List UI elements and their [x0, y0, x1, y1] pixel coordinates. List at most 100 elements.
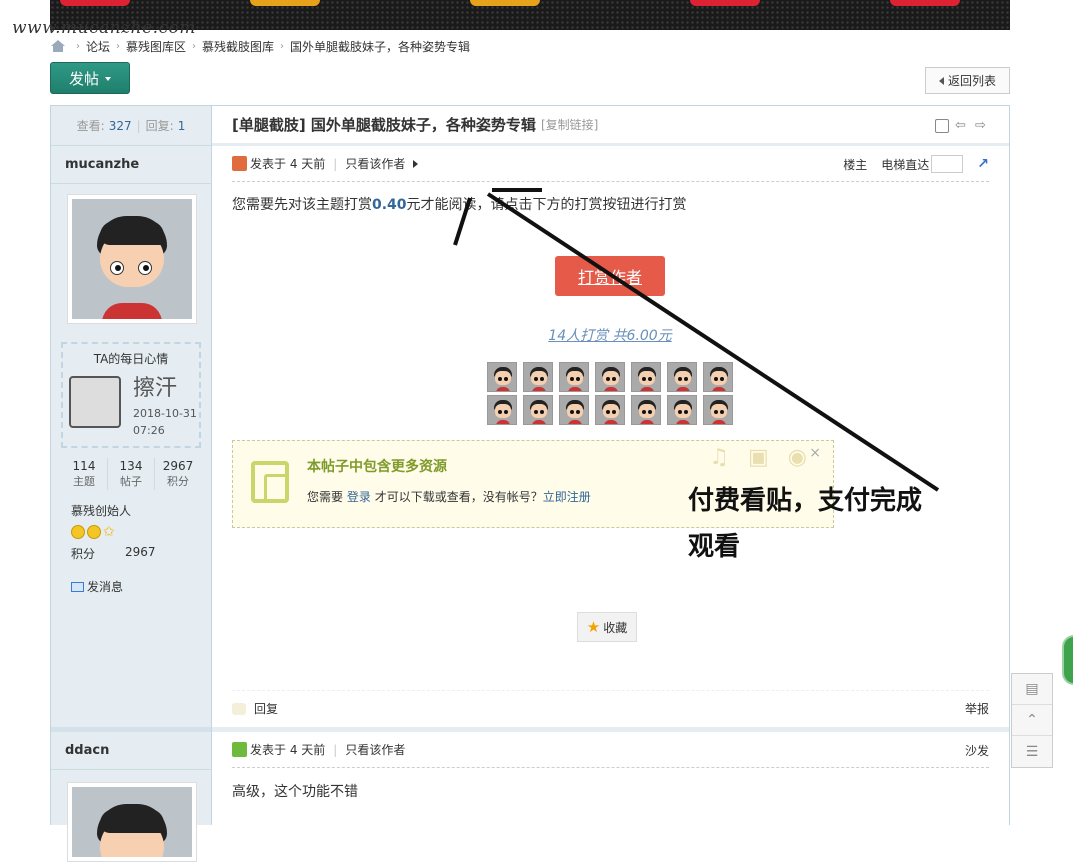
- rewarder-avatar[interactable]: [559, 362, 589, 392]
- rewarder-avatar[interactable]: [487, 395, 517, 425]
- jump-label: 电梯直达: [881, 157, 930, 172]
- new-post-label: 发帖: [68, 69, 99, 88]
- smile-medal-icon: [71, 525, 85, 539]
- daily-mood-box: TA的每日心情 擦汗 2018-10-31 07:26: [61, 342, 201, 448]
- prev-thread-icon[interactable]: ⇦: [955, 119, 969, 133]
- play-icon[interactable]: [413, 159, 419, 168]
- resource-title: 本帖子中包含更多资源: [307, 459, 447, 475]
- replies-label: 回复:: [145, 119, 174, 133]
- jump-go-icon[interactable]: ↗: [977, 156, 989, 172]
- mood-title: TA的每日心情: [93, 352, 169, 366]
- home-icon[interactable]: [50, 39, 66, 53]
- chevron-right-icon: ›: [76, 40, 80, 52]
- smile-medal-icon: [87, 525, 101, 539]
- mood-text: 擦汗: [133, 376, 178, 401]
- register-link[interactable]: 立即注册: [543, 490, 591, 504]
- breadcrumb-thread[interactable]: 国外单腿截肢妹子，各种姿势专辑: [290, 38, 470, 55]
- post2-author-block: ddacn: [51, 732, 211, 862]
- star-icon: ★: [586, 618, 601, 636]
- post1-time: 发表于 4 天前: [250, 157, 326, 171]
- rewarder-avatar[interactable]: [631, 395, 661, 425]
- print-icon[interactable]: [935, 119, 949, 133]
- rewarder-avatar[interactable]: [667, 362, 697, 392]
- rewarder-avatar[interactable]: [595, 395, 625, 425]
- points-label: 积分: [71, 547, 96, 561]
- annotation-line2: 观看: [688, 532, 741, 562]
- only-author-link[interactable]: 只看该作者: [345, 741, 405, 758]
- chevron-right-icon: ›: [192, 40, 197, 52]
- breadcrumb-gallery-area[interactable]: 慕残图库区: [126, 38, 186, 55]
- green-float-icon[interactable]: [1062, 635, 1073, 685]
- views-label: 查看:: [76, 119, 105, 133]
- notice-amount: 0.40: [372, 197, 407, 213]
- avatar-face: [72, 787, 192, 857]
- count-threads[interactable]: 114 主题: [61, 458, 108, 490]
- quick-reply-icon[interactable]: ▤: [1012, 674, 1052, 705]
- caret-down-icon: [105, 77, 111, 81]
- author-rank[interactable]: 慕残创始人: [71, 502, 211, 519]
- rewarder-avatar[interactable]: [523, 395, 553, 425]
- new-post-button[interactable]: 发帖: [50, 62, 130, 94]
- rewarder-avatar[interactable]: [667, 395, 697, 425]
- jump-floor-input[interactable]: [931, 155, 964, 173]
- rewarder-avatar[interactable]: [595, 362, 625, 392]
- mood-date: 2018-10-31 07:26: [133, 405, 197, 439]
- breadcrumb-forum[interactable]: 论坛: [86, 38, 110, 55]
- list-icon[interactable]: ☰: [1012, 736, 1052, 767]
- report-link[interactable]: 举报: [965, 700, 989, 717]
- reply-link[interactable]: 回复: [254, 700, 278, 717]
- count-posts[interactable]: 134 帖子: [108, 458, 155, 490]
- next-thread-icon[interactable]: ⇨: [975, 119, 989, 133]
- breadcrumb-gallery[interactable]: 慕残截肢图库: [202, 38, 274, 55]
- post1-author-name[interactable]: mucanzhe: [65, 157, 139, 172]
- post2-content: 高级，这个功能不错: [232, 784, 358, 800]
- rewarder-avatar[interactable]: [631, 362, 661, 392]
- reward-summary-link[interactable]: 14人打赏 共6.00元: [510, 325, 710, 345]
- favorite-label: 收藏: [603, 620, 628, 635]
- rewarder-avatar[interactable]: [703, 362, 733, 392]
- rewarder-avatar[interactable]: [487, 362, 517, 392]
- post2-avatar[interactable]: [67, 782, 197, 862]
- favorite-button[interactable]: ★ 收藏: [577, 612, 637, 642]
- triangle-left-icon: [938, 76, 944, 85]
- post2-author[interactable]: ddacn: [51, 732, 211, 770]
- floor-label: 沙发: [964, 743, 989, 758]
- floating-toolbar: ▤ ⌃ ☰: [1011, 673, 1053, 768]
- reward-author-button[interactable]: 打赏作者: [555, 256, 665, 296]
- post2-author-name[interactable]: ddacn: [65, 743, 109, 758]
- mood-date-time: 07:26: [133, 424, 165, 437]
- avatar-face: [72, 199, 192, 319]
- annotation-line1: 付费看贴，支付完成: [688, 486, 923, 516]
- points-value: 2967: [125, 545, 156, 559]
- views-count: 327: [108, 118, 132, 133]
- rewarder-avatar[interactable]: [523, 362, 553, 392]
- chevron-right-icon: ›: [280, 40, 285, 52]
- rewarder-avatars: [487, 362, 733, 425]
- send-message-label: 发消息: [87, 580, 124, 594]
- count-points[interactable]: 2967 积分: [155, 458, 201, 490]
- login-link[interactable]: 登录: [347, 490, 371, 504]
- online-status-icon: [232, 156, 247, 171]
- copy-link[interactable]: [复制链接]: [541, 116, 598, 133]
- post1-author[interactable]: mucanzhe: [51, 146, 211, 184]
- rewarder-avatar[interactable]: [703, 395, 733, 425]
- author-counts: 114 主题 134 帖子 2967 积分: [61, 458, 201, 490]
- notice-prefix: 您需要先对该主题打赏: [232, 197, 372, 213]
- close-icon[interactable]: ×: [809, 445, 821, 461]
- online-status-icon: [232, 742, 247, 757]
- back-to-list-label: 返回列表: [947, 74, 996, 88]
- back-to-list-button[interactable]: 返回列表: [925, 67, 1010, 94]
- post1-avatar[interactable]: [67, 194, 197, 324]
- send-message-link[interactable]: 发消息: [71, 578, 211, 595]
- post1-footer: 回复 举报: [232, 690, 989, 726]
- post2-time: 发表于 4 天前: [250, 743, 326, 757]
- author-points: 积分 2967: [71, 545, 211, 562]
- thread-title: [单腿截肢] 国外单腿截肢妹子，各种姿势专辑: [232, 116, 536, 134]
- site-watermark: www.mucanzhe.com: [12, 18, 196, 38]
- notice-suffix: 元才能阅读，请点击下方的打赏按钮进行打赏: [406, 197, 687, 213]
- only-author-link[interactable]: 只看该作者: [345, 155, 405, 172]
- rewarder-avatar[interactable]: [559, 395, 589, 425]
- author-sidebar: 查看: 327 | 回复: 1 mucanzhe TA的每日心情 擦汗 2018…: [51, 106, 212, 862]
- breadcrumb: › 论坛 › 慕残图库区 › 慕残截肢图库 › 国外单腿截肢妹子，各种姿势专辑: [50, 37, 470, 55]
- back-to-top-icon[interactable]: ⌃: [1012, 705, 1052, 736]
